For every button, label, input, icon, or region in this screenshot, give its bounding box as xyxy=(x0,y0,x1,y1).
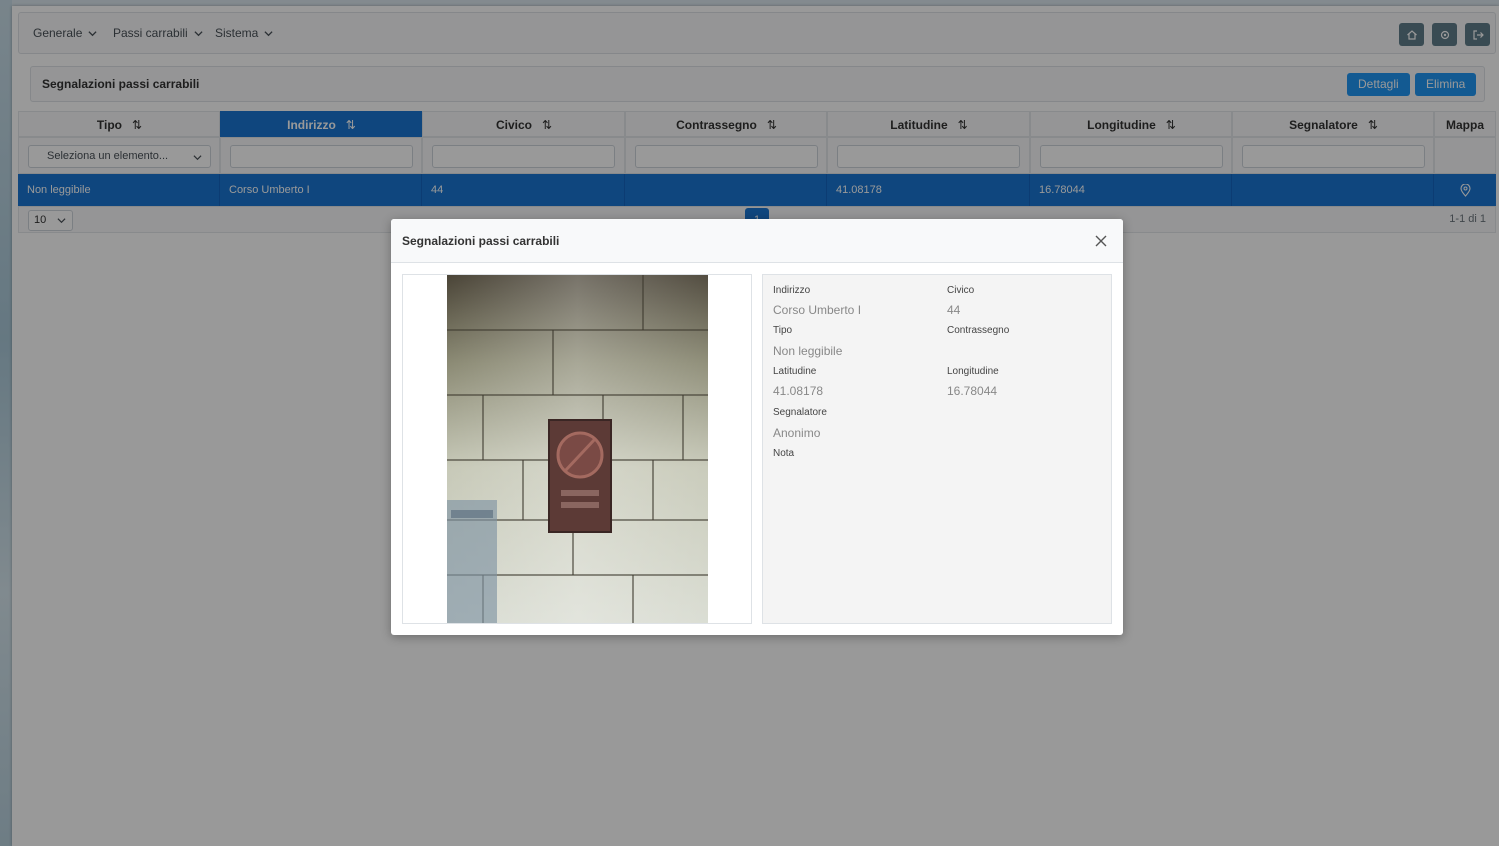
dialog-title: Segnalazioni passi carrabili xyxy=(402,234,560,248)
label-contrassegno: Contrassegno xyxy=(947,325,1010,336)
label-latitudine: Latitudine xyxy=(773,366,817,377)
value-segnalatore: Anonimo xyxy=(773,426,821,440)
value-civico: 44 xyxy=(947,303,961,317)
label-tipo: Tipo xyxy=(773,325,793,336)
label-longitudine: Longitudine xyxy=(947,366,999,377)
report-photo xyxy=(403,275,751,623)
value-latitudine: 41.08178 xyxy=(773,384,824,398)
close-icon[interactable] xyxy=(1093,233,1109,249)
details-dialog: Segnalazioni passi carrabili Indirizzo C… xyxy=(391,219,1123,635)
label-nota: Nota xyxy=(773,448,795,459)
info-panel: Indirizzo Corso Umberto I Civico 44 Tipo… xyxy=(762,274,1112,624)
label-segnalatore: Segnalatore xyxy=(773,407,827,418)
value-tipo: Non leggibile xyxy=(773,344,843,358)
dialog-header: Segnalazioni passi carrabili xyxy=(391,219,1123,263)
value-longitudine: 16.78044 xyxy=(947,384,998,398)
value-indirizzo: Corso Umberto I xyxy=(773,303,862,317)
photo-panel xyxy=(402,274,752,624)
label-indirizzo: Indirizzo xyxy=(773,285,811,296)
label-civico: Civico xyxy=(947,285,975,296)
